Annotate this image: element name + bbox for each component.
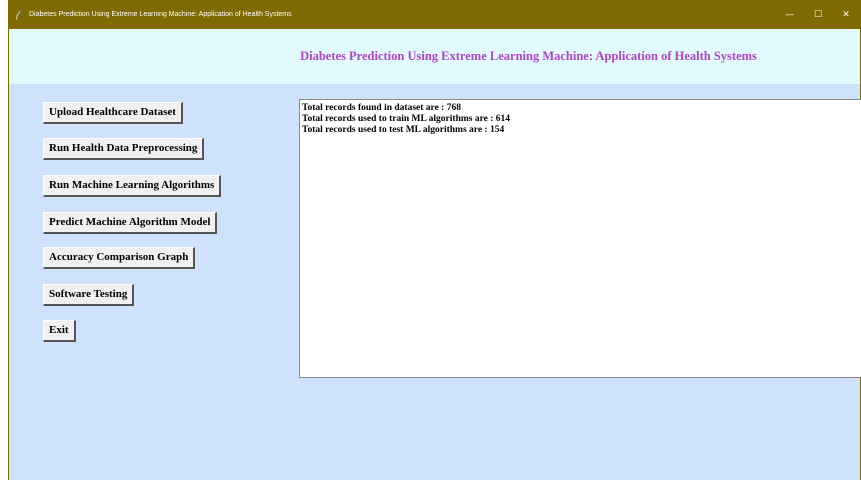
software-testing-button[interactable]: Software Testing — [43, 284, 135, 306]
header-band: Diabetes Prediction Using Extreme Learni… — [9, 29, 860, 84]
feather-icon — [13, 9, 25, 21]
predict-button[interactable]: Predict Machine Algorithm Model — [43, 212, 218, 234]
window-controls: — ☐ ✕ — [776, 0, 860, 29]
window-title: Diabetes Prediction Using Extreme Learni… — [29, 11, 292, 18]
exit-button[interactable]: Exit — [43, 320, 76, 342]
output-line: Total records used to test ML algorithms… — [302, 125, 505, 135]
run-ml-button[interactable]: Run Machine Learning Algorithms — [43, 175, 222, 197]
page-title: Diabetes Prediction Using Extreme Learni… — [300, 49, 757, 63]
app-window: Diabetes Prediction Using Extreme Learni… — [8, 0, 861, 480]
maximize-button[interactable]: ☐ — [804, 0, 832, 29]
title-bar[interactable]: Diabetes Prediction Using Extreme Learni… — [9, 0, 860, 29]
minimize-button[interactable]: — — [776, 0, 804, 29]
output-line: Total records found in dataset are : 768 — [302, 103, 461, 113]
close-button[interactable]: ✕ — [832, 0, 860, 29]
preprocess-button[interactable]: Run Health Data Preprocessing — [43, 138, 205, 160]
accuracy-graph-button[interactable]: Accuracy Comparison Graph — [43, 247, 196, 269]
output-text-area[interactable]: Total records found in dataset are : 768… — [299, 99, 861, 378]
output-line: Total records used to train ML algorithm… — [302, 114, 511, 124]
upload-dataset-button[interactable]: Upload Healthcare Dataset — [43, 102, 183, 124]
